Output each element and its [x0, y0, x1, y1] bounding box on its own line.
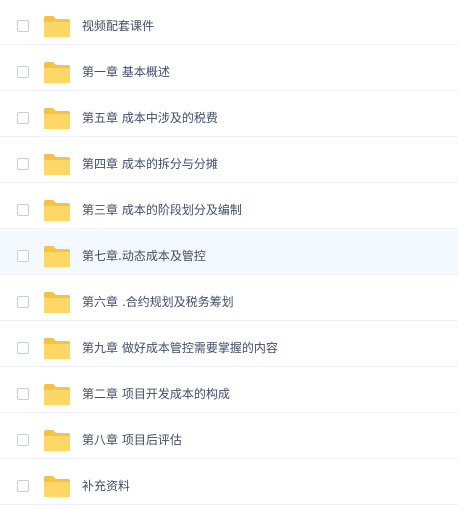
folder-icon — [43, 383, 71, 406]
row-checkbox[interactable] — [17, 204, 29, 216]
folder-icon — [43, 153, 71, 176]
list-item[interactable]: 第五章 成本中涉及的税费 — [0, 92, 458, 137]
file-name[interactable]: 补充资料 — [82, 478, 130, 494]
folder-icon — [43, 107, 71, 130]
list-item[interactable]: 第九章 做好成本管控需要掌握的内容 — [0, 322, 458, 367]
row-checkbox[interactable] — [17, 158, 29, 170]
list-item[interactable]: 第四章 成本的拆分与分摊 — [0, 138, 458, 183]
row-checkbox[interactable] — [17, 250, 29, 262]
folder-icon — [43, 245, 71, 268]
list-item[interactable]: 第六章 .合约规划及税务筹划 — [0, 276, 458, 321]
row-checkbox[interactable] — [17, 20, 29, 32]
file-name[interactable]: 第八章 项目后评估 — [82, 432, 182, 448]
file-list: 视频配套课件 第一章 基本概述 第五章 成本中涉及的税费 第四章 成本的拆分与分… — [0, 0, 458, 505]
row-checkbox[interactable] — [17, 342, 29, 354]
row-checkbox[interactable] — [17, 480, 29, 492]
row-checkbox[interactable] — [17, 388, 29, 400]
file-name[interactable]: 第六章 .合约规划及税务筹划 — [82, 294, 234, 310]
list-item[interactable]: 第三章 成本的阶段划分及编制 — [0, 184, 458, 229]
list-item[interactable]: 视频配套课件 — [0, 0, 458, 45]
row-checkbox[interactable] — [17, 296, 29, 308]
row-checkbox[interactable] — [17, 66, 29, 78]
folder-icon — [43, 61, 71, 84]
folder-icon — [43, 15, 71, 38]
file-name[interactable]: 第一章 基本概述 — [82, 64, 170, 80]
list-item[interactable]: 第二章 项目开发成本的构成 — [0, 368, 458, 413]
list-item[interactable]: 补充资料 — [0, 460, 458, 505]
list-item[interactable]: 第一章 基本概述 — [0, 46, 458, 91]
folder-icon — [43, 199, 71, 222]
file-name[interactable]: 第二章 项目开发成本的构成 — [82, 386, 230, 402]
file-name[interactable]: 视频配套课件 — [82, 18, 154, 34]
file-name[interactable]: 第四章 成本的拆分与分摊 — [82, 156, 218, 172]
folder-icon — [43, 337, 71, 360]
file-name[interactable]: 第三章 成本的阶段划分及编制 — [82, 202, 242, 218]
folder-icon — [43, 429, 71, 452]
folder-icon — [43, 291, 71, 314]
file-name[interactable]: 第九章 做好成本管控需要掌握的内容 — [82, 340, 278, 356]
file-name[interactable]: 第五章 成本中涉及的税费 — [82, 110, 218, 126]
row-checkbox[interactable] — [17, 434, 29, 446]
row-checkbox[interactable] — [17, 112, 29, 124]
list-item-hovered[interactable]: 第七章.动态成本及管控 — [0, 230, 458, 275]
list-item[interactable]: 第八章 项目后评估 — [0, 414, 458, 459]
folder-icon — [43, 475, 71, 498]
file-name[interactable]: 第七章.动态成本及管控 — [82, 248, 206, 264]
